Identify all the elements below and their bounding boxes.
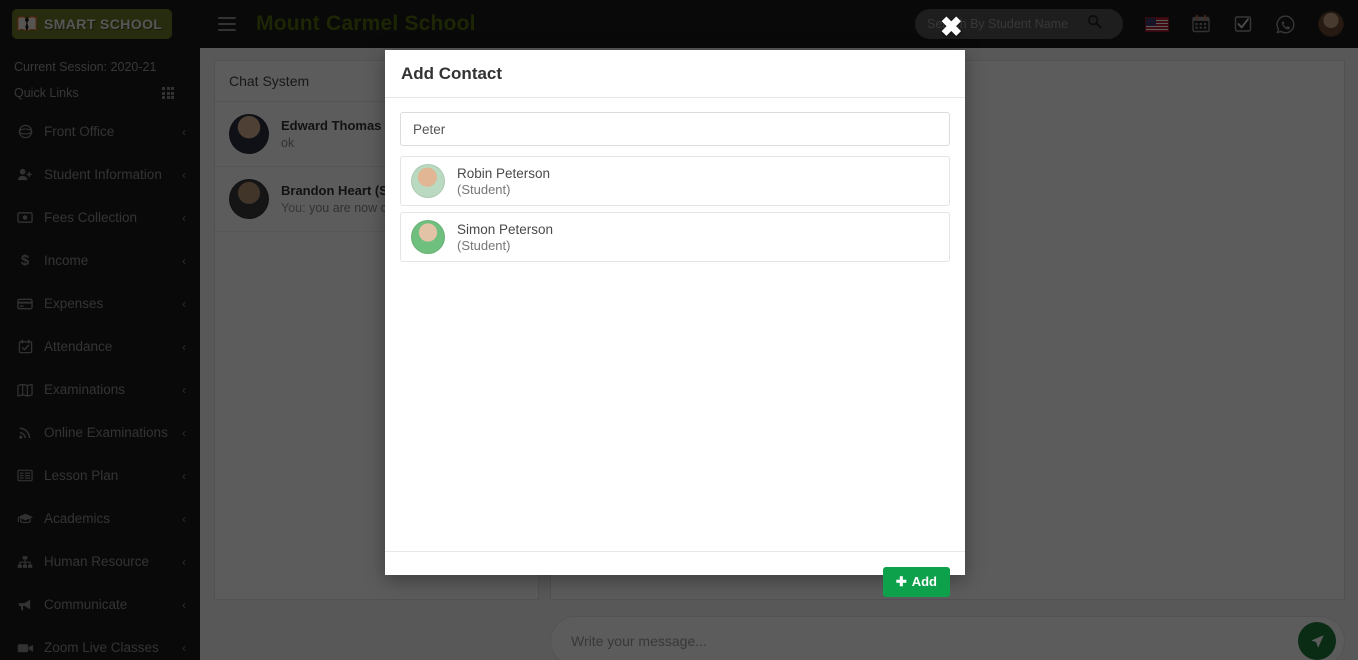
contact-result-item[interactable]: Robin Peterson (Student) [400,156,950,206]
add-button-label: Add [911,574,937,589]
app-root: SMART SCHOOL Mount Carmel School [0,0,1358,660]
modal-body: Robin Peterson (Student) Simon Peterson … [385,98,965,551]
contact-role: (Student) [457,181,511,197]
contact-result-item[interactable]: Simon Peterson (Student) [400,212,950,262]
modal-footer: ✚ Add [385,551,965,611]
contact-results-list: Robin Peterson (Student) Simon Peterson … [400,156,950,262]
add-button[interactable]: ✚ Add [882,566,950,597]
avatar [411,220,445,254]
close-x-icon[interactable]: ✖ [940,14,963,41]
modal-title: Add Contact [401,63,503,83]
avatar [411,164,445,198]
contact-role: (Student) [457,237,511,253]
contact-search-input[interactable] [400,112,950,146]
modal-header: Add Contact [385,50,965,98]
plus-icon: ✚ [895,573,907,589]
contact-name: Simon Peterson [457,221,554,237]
contact-name: Robin Peterson [457,165,551,181]
add-contact-modal: Add Contact Robin Peterson (Student) Sim… [385,50,965,597]
